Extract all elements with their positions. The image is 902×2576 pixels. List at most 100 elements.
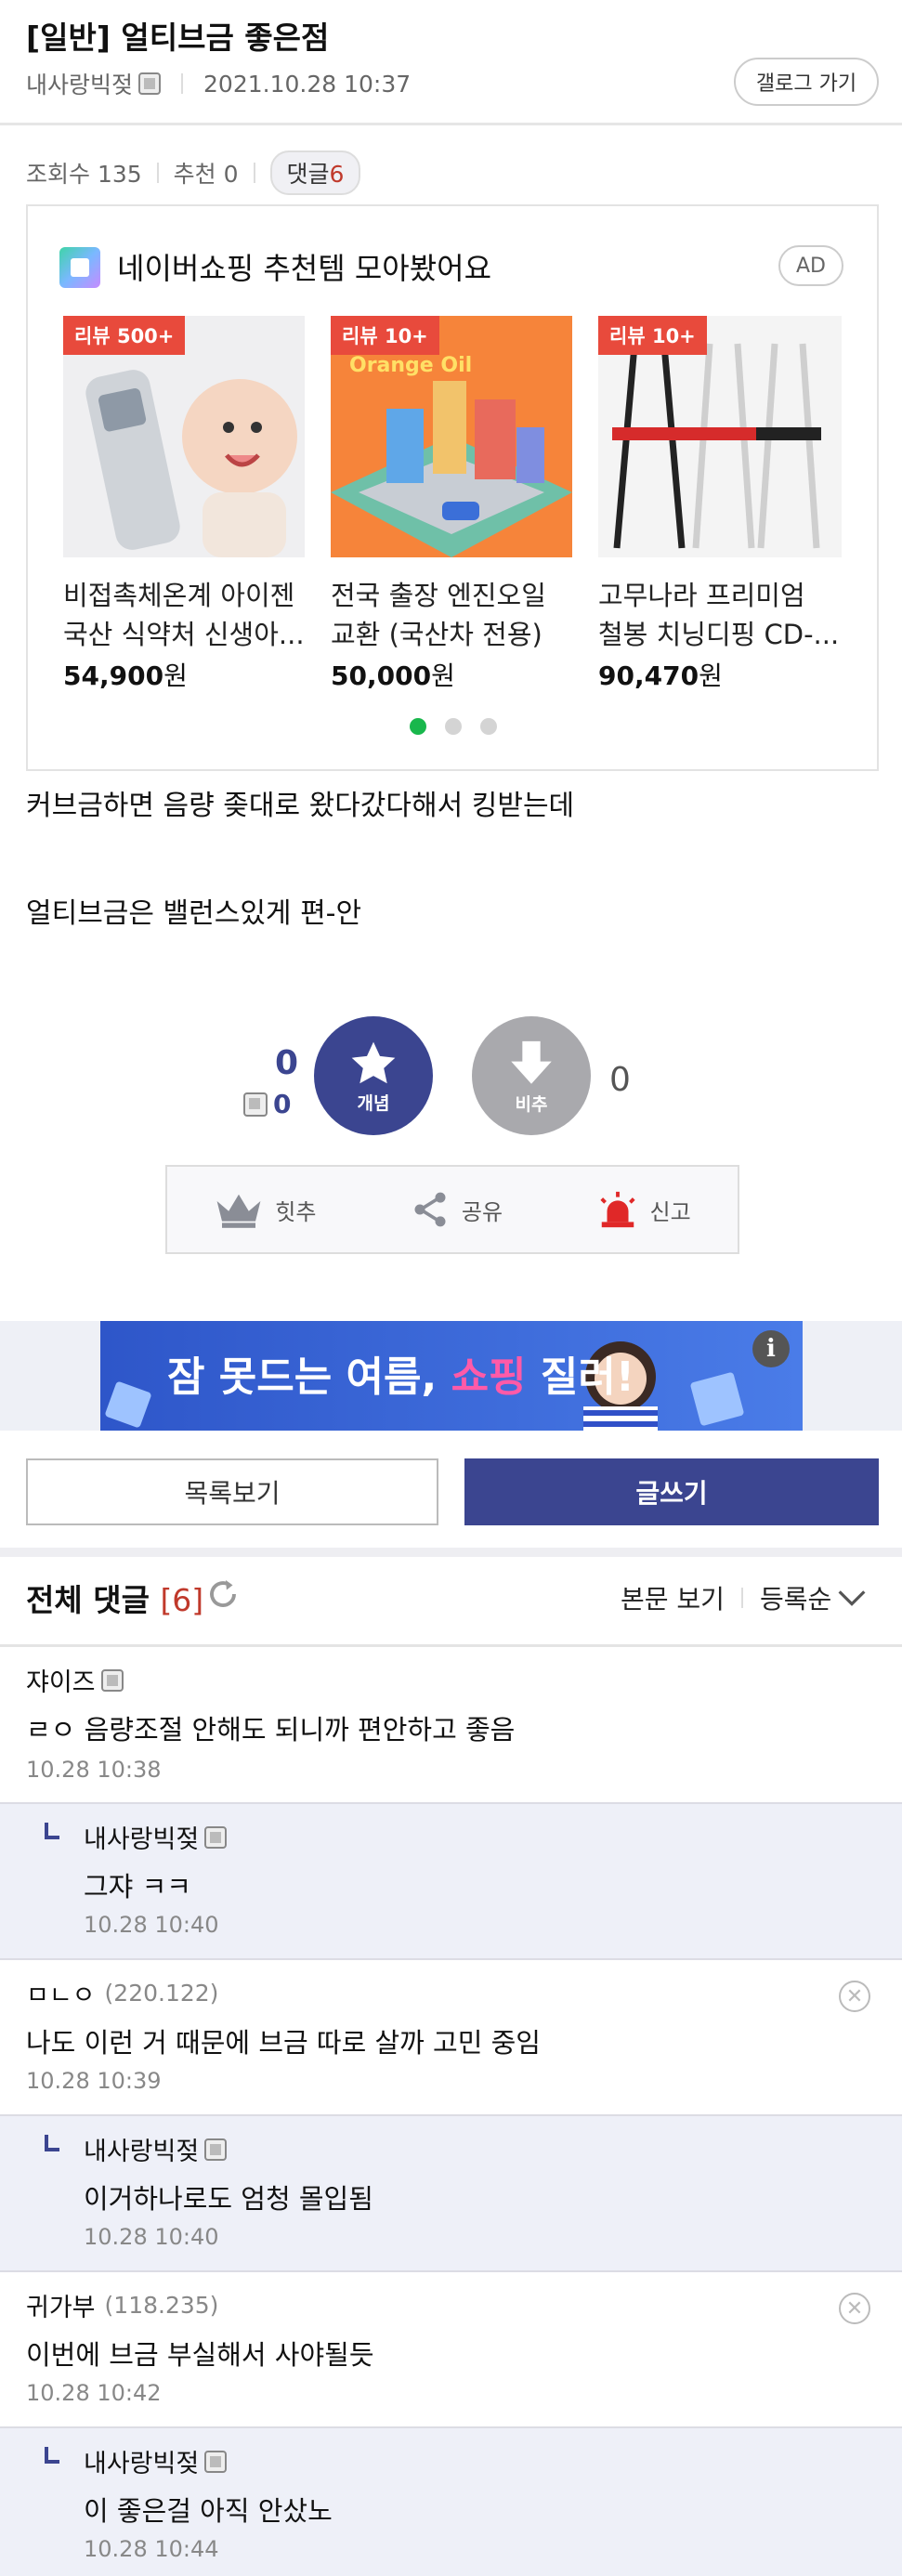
comment-author[interactable]: 내사랑빅젖	[84, 2131, 228, 2167]
fixed-nick-icon	[138, 72, 162, 95]
author-name: 내사랑빅젖	[84, 1825, 200, 1854]
comment-text: 나도 이런 거 때문에 브금 따로 살까 고민 중임	[26, 2027, 541, 2059]
comment-text: 이거하나로도 엄청 몰입됨	[84, 2183, 373, 2215]
crown-icon	[216, 1194, 261, 1228]
product-image[interactable]: Orange Oil 리뷰 10+	[331, 316, 572, 557]
review-badge: 리뷰 10+	[598, 316, 707, 355]
carousel-dot[interactable]	[445, 718, 462, 735]
divider	[181, 73, 184, 94]
star-icon	[351, 1041, 396, 1083]
fixed-upvote-row: 0	[243, 1089, 291, 1119]
comment-ip: (118.235)	[104, 2292, 219, 2319]
comment-text: 그쟈 ㅋㅋ	[84, 1871, 191, 1903]
price-unit: 원	[431, 660, 455, 691]
price-value: 54,900	[63, 660, 164, 691]
info-icon[interactable]: i	[752, 1330, 790, 1367]
chevron-down-icon[interactable]	[837, 1589, 867, 1607]
ad-title[interactable]: 네이버쇼핑 추천템 모아봤어요	[117, 245, 491, 288]
comment-text: 이 좋은걸 아직 안샀노	[84, 2495, 333, 2527]
report-button[interactable]: 신고	[596, 1189, 691, 1230]
comment-count: 6	[329, 161, 345, 188]
upvote-label: 개념	[357, 1092, 390, 1114]
divider	[0, 1548, 902, 1557]
post-stats: 조회수 135 추천 0 댓글6	[26, 150, 361, 195]
banner-text-c: 질러!	[540, 1353, 634, 1401]
banner-text-a: 잠 못드는 여름,	[167, 1353, 438, 1401]
comment-count-button[interactable]: 댓글6	[269, 150, 361, 195]
sort-dropdown[interactable]: 등록순	[760, 1579, 831, 1616]
comment-author[interactable]: 쟈이즈	[26, 1662, 124, 1698]
naver-shopping-logo-icon	[59, 247, 100, 288]
reply-item: 내사랑빅젖 그쟈 ㅋㅋ 10.28 10:40	[0, 1804, 902, 1960]
comment-time: 10.28 10:40	[84, 2224, 219, 2250]
product-name-line: 국산 식약처 신생아...	[63, 619, 305, 650]
comment-author[interactable]: ㅁㄴㅇ (220.122)	[26, 1975, 218, 2011]
comment-options: 본문 보기 등록순	[621, 1579, 867, 1616]
delete-icon[interactable]: ✕	[839, 2293, 870, 2324]
comments-title-text: 전체 댓글	[26, 1582, 150, 1618]
comment-author[interactable]: 내사랑빅젖	[84, 1819, 228, 1855]
fixed-nick-icon	[100, 1668, 124, 1692]
reply-item: 내사랑빅젖 이거하나로도 엄청 몰입됨 10.28 10:40	[0, 2116, 902, 2272]
product-image[interactable]: 리뷰 10+	[598, 316, 842, 557]
share-label: 공유	[461, 1198, 503, 1225]
write-button[interactable]: 글쓰기	[464, 1458, 879, 1525]
banner-text-b: 쇼핑	[451, 1353, 527, 1401]
carousel-dot[interactable]	[480, 718, 497, 735]
comment-label: 댓글	[286, 161, 330, 188]
post-title: [일반] 얼티브금 좋은점	[26, 20, 330, 56]
svg-text:Orange Oil: Orange Oil	[349, 354, 472, 377]
ad-tag[interactable]: AD	[778, 245, 843, 286]
share-button[interactable]: 공유	[410, 1189, 503, 1230]
product-name-line: 고무나라 프리미엄	[598, 580, 805, 611]
product-name[interactable]: 전국 출장 엔진오일 교환 (국산차 전용)	[331, 576, 582, 654]
report-label: 신고	[649, 1198, 691, 1225]
reply-item: 내사랑빅젖 이 좋은걸 아직 안샀노 10.28 10:44	[0, 2428, 902, 2576]
delete-icon[interactable]: ✕	[839, 1981, 870, 2012]
list-view-button[interactable]: 목록보기	[26, 1458, 438, 1525]
comment-ip: (220.122)	[104, 1980, 219, 2007]
comment-time: 10.28 10:39	[26, 2068, 162, 2094]
comment-text: ㄹㅇ 음량조절 안해도 되니까 편안하고 좋음	[26, 1714, 516, 1746]
product-name[interactable]: 비접촉체온계 아이젠 국산 식약처 신생아...	[63, 576, 314, 654]
gallog-button[interactable]: 갤로그 가기	[734, 58, 879, 106]
comment-item: 쟈이즈 ㄹㅇ 음량조절 안해도 되니까 편안하고 좋음 10.28 10:38	[0, 1647, 902, 1804]
post-action-bar: 힛추 공유 신고	[165, 1165, 739, 1254]
author-name: 쟈이즈	[26, 1668, 96, 1697]
comment-time: 10.28 10:40	[84, 1912, 219, 1938]
divider	[253, 163, 255, 183]
product-name[interactable]: 고무나라 프리미엄 철봉 치닝디핑 CD-...	[598, 576, 849, 654]
author-name: 귀가부	[26, 2294, 96, 2322]
review-badge: 리뷰 10+	[331, 316, 439, 355]
view-body-button[interactable]: 본문 보기	[621, 1579, 725, 1616]
hit-recommend-button[interactable]: 힛추	[214, 1191, 316, 1228]
comment-time: 10.28 10:42	[26, 2380, 162, 2406]
product-price: 90,470원	[598, 656, 723, 693]
product-image[interactable]: 리뷰 500+	[63, 316, 305, 557]
refresh-icon[interactable]	[206, 1577, 240, 1615]
author-name[interactable]: 내사랑빅젖	[26, 67, 133, 100]
fixed-nick-icon	[243, 1092, 268, 1117]
fixed-nick-icon	[204, 2138, 228, 2161]
downvote-button[interactable]: 비추	[472, 1016, 591, 1135]
hit-label: 힛추	[275, 1198, 317, 1225]
comments-total-count: [6]	[160, 1582, 204, 1618]
comment-time: 10.28 10:38	[26, 1757, 162, 1783]
fixed-nick-icon	[204, 2450, 228, 2473]
upvote-button[interactable]: 개념	[314, 1016, 433, 1135]
carousel-dot-active[interactable]	[410, 718, 426, 735]
reply-arrow-icon	[45, 1823, 59, 1839]
price-unit: 원	[699, 660, 723, 691]
view-count: 조회수 135	[26, 161, 142, 188]
author-name: 내사랑빅젖	[84, 2450, 200, 2478]
product-name-line: 비접촉체온계 아이젠	[63, 580, 295, 611]
reply-arrow-icon	[45, 2135, 59, 2151]
review-badge: 리뷰 500+	[63, 316, 186, 355]
product-name-line: 교환 (국산차 전용)	[331, 619, 543, 650]
product-price: 50,000원	[331, 656, 455, 693]
comment-time: 10.28 10:44	[84, 2536, 219, 2562]
price-unit: 원	[163, 660, 188, 691]
downvote-label: 비추	[515, 1093, 548, 1115]
comment-author[interactable]: 내사랑빅젖	[84, 2443, 228, 2479]
comment-author[interactable]: 귀가부 (118.235)	[26, 2287, 218, 2323]
